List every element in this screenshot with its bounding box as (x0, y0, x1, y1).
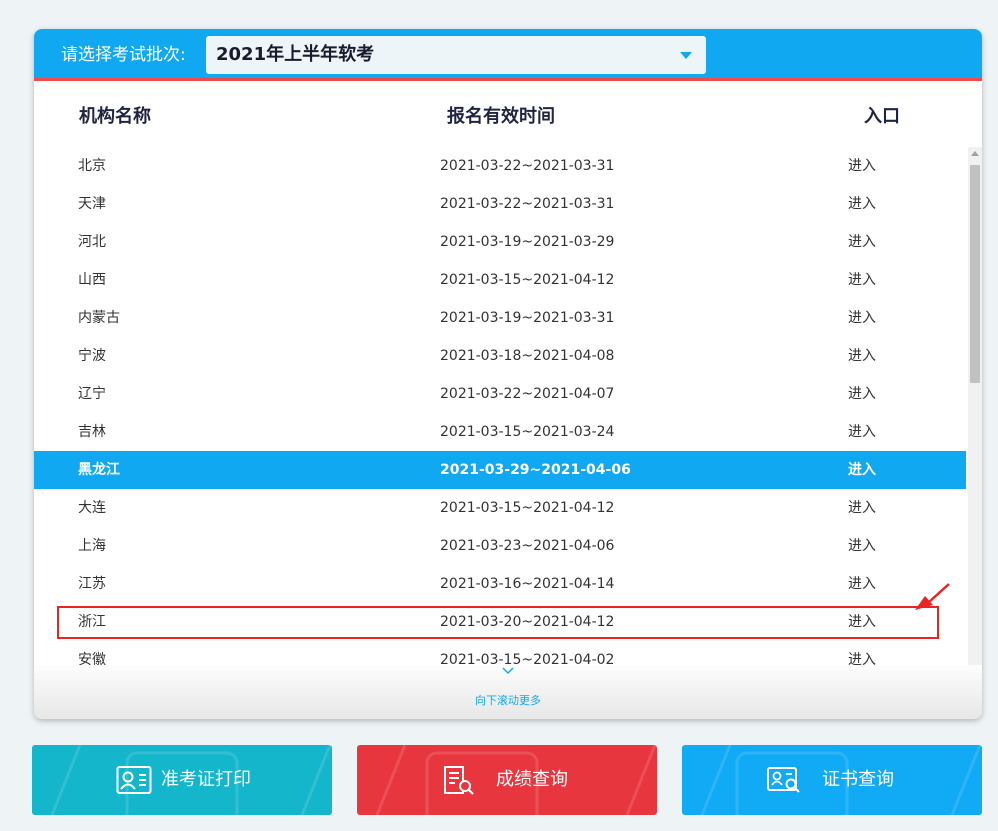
row-entry-link[interactable]: 进入 (848, 337, 876, 375)
table-row-hovered[interactable]: 黑龙江 2021-03-29~2021-04-06 进入 (34, 451, 966, 489)
row-entry-link[interactable]: 进入 (848, 299, 876, 337)
row-time: 2021-03-22~2021-03-31 (440, 158, 615, 174)
row-entry-link[interactable]: 进入 (848, 451, 876, 489)
certificate-query-button[interactable]: 证书查询 (682, 745, 982, 815)
institution-list: 北京 2021-03-22~2021-03-31 进入 天津 2021-03-2… (34, 147, 966, 679)
chevron-down-icon (680, 52, 692, 59)
table-row[interactable]: 内蒙古 2021-03-19~2021-03-31 进入 (34, 299, 966, 337)
row-time: 2021-03-16~2021-04-14 (440, 576, 615, 592)
row-time: 2021-03-19~2021-03-31 (440, 310, 615, 326)
row-org: 内蒙古 (78, 310, 120, 326)
row-entry-link[interactable]: 进入 (848, 375, 876, 413)
row-entry-link[interactable]: 进入 (848, 261, 876, 299)
row-time: 2021-03-15~2021-04-12 (440, 500, 615, 516)
row-entry-link[interactable]: 进入 (848, 565, 876, 603)
column-header-entry: 入口 (864, 106, 900, 127)
row-org: 宁波 (78, 348, 106, 364)
chevron-down-icon[interactable] (502, 665, 514, 677)
certificate-search-icon (767, 767, 800, 793)
row-org: 大连 (78, 500, 106, 516)
batch-label: 请选择考试批次: (61, 45, 186, 65)
admission-ticket-print-label: 准考证打印 (161, 769, 251, 790)
row-entry-link[interactable]: 进入 (848, 527, 876, 565)
row-time: 2021-03-18~2021-04-08 (440, 348, 615, 364)
panel-header: 请选择考试批次: 2021年上半年软考 (34, 29, 982, 81)
admission-ticket-print-button[interactable]: 准考证打印 (32, 745, 332, 815)
row-time: 2021-03-29~2021-04-06 (440, 462, 631, 478)
row-entry-link[interactable]: 进入 (848, 489, 876, 527)
row-time: 2021-03-22~2021-04-07 (440, 386, 615, 402)
row-entry-link[interactable]: 进入 (848, 185, 876, 223)
row-entry-link[interactable]: 进入 (848, 223, 876, 261)
row-org: 山西 (78, 272, 106, 288)
annotation-highlight-box (57, 606, 939, 639)
table-row[interactable]: 江苏 2021-03-16~2021-04-14 进入 (34, 565, 966, 603)
score-query-button[interactable]: 成绩查询 (357, 745, 657, 815)
row-time: 2021-03-15~2021-04-12 (440, 272, 615, 288)
row-org: 上海 (78, 538, 106, 554)
row-org: 北京 (78, 158, 106, 174)
row-org: 河北 (78, 234, 106, 250)
list-scrollbar[interactable] (968, 147, 982, 667)
row-org: 辽宁 (78, 386, 106, 402)
document-search-icon (444, 766, 474, 795)
row-org: 黑龙江 (78, 462, 120, 478)
batch-select[interactable]: 2021年上半年软考 (206, 36, 706, 74)
row-org: 吉林 (78, 424, 106, 440)
table-row[interactable]: 宁波 2021-03-18~2021-04-08 进入 (34, 337, 966, 375)
scroll-up-arrow-icon[interactable] (971, 151, 979, 156)
scrollbar-thumb[interactable] (970, 165, 980, 383)
table-row[interactable]: 大连 2021-03-15~2021-04-12 进入 (34, 489, 966, 527)
id-card-icon (116, 766, 152, 794)
table-row[interactable]: 山西 2021-03-15~2021-04-12 进入 (34, 261, 966, 299)
annotation-arrow-icon (915, 583, 950, 610)
row-entry-link[interactable]: 进入 (848, 147, 876, 185)
column-header-time: 报名有效时间 (447, 106, 555, 127)
batch-select-value: 2021年上半年软考 (216, 44, 375, 65)
row-time: 2021-03-22~2021-03-31 (440, 196, 615, 212)
table-row[interactable]: 北京 2021-03-22~2021-03-31 进入 (34, 147, 966, 185)
table-row[interactable]: 吉林 2021-03-15~2021-03-24 进入 (34, 413, 966, 451)
table-row[interactable]: 辽宁 2021-03-22~2021-04-07 进入 (34, 375, 966, 413)
row-org: 天津 (78, 196, 106, 212)
certificate-query-label: 证书查询 (822, 769, 894, 790)
row-time: 2021-03-23~2021-04-06 (440, 538, 615, 554)
row-time: 2021-03-15~2021-03-24 (440, 424, 615, 440)
row-time: 2021-03-19~2021-03-29 (440, 234, 615, 250)
scroll-more-hint[interactable]: 向下滚动更多 (34, 693, 982, 709)
table-row[interactable]: 河北 2021-03-19~2021-03-29 进入 (34, 223, 966, 261)
table-row[interactable]: 天津 2021-03-22~2021-03-31 进入 (34, 185, 966, 223)
table-row[interactable]: 上海 2021-03-23~2021-04-06 进入 (34, 527, 966, 565)
row-org: 江苏 (78, 576, 106, 592)
row-entry-link[interactable]: 进入 (848, 413, 876, 451)
column-header-org: 机构名称 (79, 106, 151, 127)
score-query-label: 成绩查询 (496, 769, 568, 790)
